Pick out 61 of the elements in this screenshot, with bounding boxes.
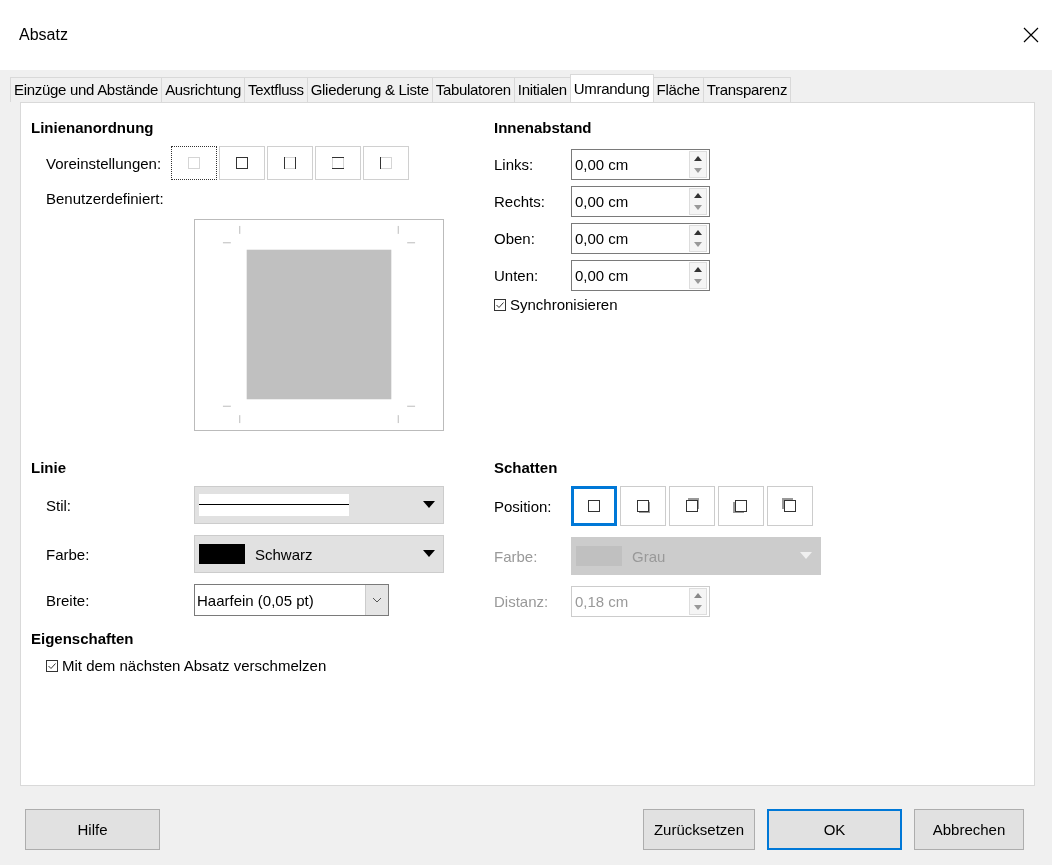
checkbox[interactable] <box>494 298 506 311</box>
section-heading: Schatten <box>494 459 559 476</box>
field-label: Voreinstellungen: <box>46 154 162 172</box>
close-icon[interactable] <box>1022 26 1040 44</box>
dialog-button[interactable]: Hilfe <box>25 809 160 850</box>
dropdown-arrow-icon <box>423 550 435 558</box>
field-label: Benutzerdefiniert: <box>46 190 164 207</box>
section-heading: Eigenschaften <box>31 630 135 647</box>
checkbox-label: Mit dem nächsten Absatz verschmelzen <box>62 657 327 674</box>
shadow-position-button[interactable] <box>669 486 715 526</box>
spin-field[interactable]: 0,00 cm <box>571 260 710 291</box>
spin-arrows-icon[interactable] <box>689 188 707 215</box>
width-combobox[interactable]: Haarfein (0,05 pt) <box>194 584 389 616</box>
section-heading: Linienanordnung <box>31 119 155 136</box>
tab[interactable]: Einzüge und Abstände <box>10 77 163 102</box>
border-preset-icon <box>282 155 299 171</box>
checkbox-label: Synchronisieren <box>510 296 618 313</box>
color-dropdown[interactable]: Schwarz <box>194 535 444 573</box>
shadow-position-icon <box>732 497 750 515</box>
border-preset-button[interactable] <box>171 146 218 180</box>
border-preset-icon <box>378 155 395 171</box>
shadow-position-icon <box>585 497 603 515</box>
field-label: Rechts: <box>494 193 546 210</box>
spin-field[interactable]: 0,00 cm <box>571 149 710 180</box>
shadow-position-button[interactable] <box>767 486 813 526</box>
dialog-button[interactable]: OK <box>767 809 902 850</box>
spin-field[interactable]: 0,00 cm <box>571 186 710 217</box>
line-style-dropdown[interactable] <box>194 486 444 524</box>
border-preset-icon <box>234 155 251 171</box>
checkbox[interactable] <box>46 659 58 672</box>
border-preset-icon <box>330 155 347 171</box>
window-title: Absatz <box>19 26 68 44</box>
field-label: Breite: <box>46 591 91 609</box>
field-label: Farbe: <box>46 545 91 563</box>
spin-field[interactable]: 0,00 cm <box>571 223 710 254</box>
tab[interactable]: Umrandung <box>569 74 654 102</box>
field-label: Farbe: <box>494 547 539 565</box>
field-label: Distanz: <box>494 593 550 610</box>
field-label: Oben: <box>494 230 536 247</box>
spin-arrows-icon[interactable] <box>689 151 707 178</box>
dialog-button[interactable]: Zurücksetzen <box>642 809 755 850</box>
dropdown-arrow-icon <box>423 501 435 509</box>
section-heading: Innenabstand <box>494 119 593 136</box>
dropdown-arrow-icon <box>800 552 812 560</box>
field-label: Unten: <box>494 267 540 284</box>
shadow-position-icon <box>634 497 652 515</box>
shadow-position-button[interactable] <box>620 486 666 526</box>
line-style-icon <box>199 494 349 516</box>
spin-arrows-icon[interactable] <box>689 225 707 252</box>
field-label: Stil: <box>46 496 72 514</box>
shadow-position-button[interactable] <box>718 486 764 526</box>
field-label: Links: <box>494 156 535 173</box>
tab[interactable]: Transparenz <box>702 77 792 102</box>
field-label: Position: <box>494 497 553 515</box>
shadow-position-icon <box>683 497 701 515</box>
shadow-position-button[interactable] <box>571 486 617 526</box>
dialog-button[interactable]: Abbrechen <box>914 809 1024 850</box>
section-heading: Linie <box>31 459 67 476</box>
border-preset-icon <box>186 155 203 171</box>
shadow-position-icon <box>781 497 799 515</box>
spin-arrows-icon[interactable] <box>689 262 707 289</box>
